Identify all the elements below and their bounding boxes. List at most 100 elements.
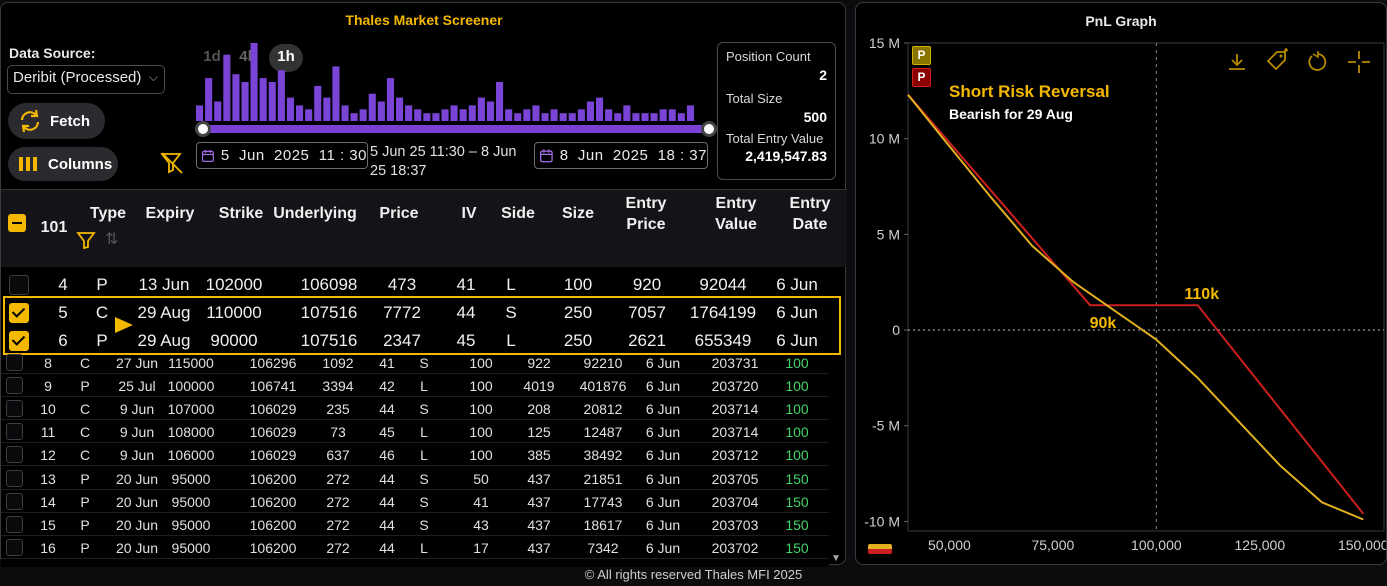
row-checkbox[interactable] [9,275,29,295]
cell-entry-price: 208 [527,401,551,418]
row-count: 101 [40,219,68,236]
table-row[interactable]: 13 P 20 Jun 95000 106200 272 44 S 50 437 21851 6 Ju… [1,467,829,490]
total-entry-value: 2,419,547.83 [745,148,827,164]
col-expiry[interactable]: Expiry [141,203,199,224]
histogram-bar [559,113,567,121]
crosshair-icon[interactable] [1346,49,1372,75]
col-side[interactable]: Side [494,203,542,224]
row-checkbox[interactable] [6,538,23,556]
cell-entry-value: 7342 [587,539,619,556]
col-type[interactable]: Type [85,203,131,224]
cell-size: 100 [469,424,493,441]
cell-ref: 203705 [711,470,759,487]
col-entry-value-line1: Entry [715,195,757,212]
scroll-down-icon[interactable]: ▼ [831,553,841,564]
histogram-bar [577,109,585,121]
range-slider-end-handle[interactable] [701,121,717,137]
cell-side: S [419,401,429,418]
tag-icon[interactable] [1264,48,1290,74]
calendar-icon [201,149,214,162]
sort-icon[interactable]: ⇅ [105,229,118,249]
filter-icon[interactable] [76,230,98,250]
table-row[interactable]: 4 P 13 Jun 102000 106098 473 41 L 100 920 92044 6 J… [1,271,829,299]
histogram-bar [632,113,640,121]
cell-entry-price: 437 [527,470,551,487]
cell-id: 4 [58,275,68,294]
columns-button[interactable]: Columns [8,147,118,181]
cell-id: 12 [40,447,56,464]
table-header: 101 Type ⇅ Expiry Strike Underlying Pric… [1,189,847,267]
cell-entry-price: 125 [527,424,551,441]
table-row[interactable]: 11 C 9 Jun 108000 106029 73 45 L 100 125 12487 6 Ju… [1,420,829,444]
range-slider-start-handle[interactable] [195,121,211,137]
histogram-bar [550,109,558,121]
table-row[interactable]: 16 P 20 Jun 95000 106200 272 44 L 17 437 7342 6 Jun… [1,536,829,559]
cell-strike: 102000 [205,275,263,294]
cell-expiry: 25 Jul [118,378,156,395]
legend-badge-gold[interactable]: P [912,46,931,65]
table-row[interactable]: 12 C 9 Jun 106000 106029 637 46 L 100 385 38492 6 J… [1,443,829,467]
table-row[interactable]: 10 C 9 Jun 107000 106029 235 44 S 100 208 20812 6 J… [1,397,829,421]
col-entry-date[interactable]: Entry Date [781,193,839,235]
table-row[interactable]: 14 P 20 Jun 95000 106200 272 44 S 41 437 17743 6 Ju… [1,490,829,513]
cell-size: 43 [473,516,489,533]
cell-side: S [419,516,429,533]
histogram-bar [468,105,476,121]
histogram-bar [268,82,276,121]
histogram-bar [496,82,504,121]
data-source-select[interactable]: Deribit (Processed) ⌵ [7,65,165,94]
cell-expiry: 27 Jun [115,355,159,371]
col-size[interactable]: Size [554,203,602,224]
filter-clear-icon[interactable] [159,150,185,176]
histogram-bar [350,113,358,121]
cell-ref: 203704 [711,493,759,510]
col-strike[interactable]: Strike [214,203,268,224]
row-checkbox[interactable] [6,377,23,395]
histogram-bar [396,97,404,121]
range-slider-track[interactable] [204,125,707,133]
histogram-bar [586,101,594,121]
row-checkbox[interactable] [6,515,23,533]
table-row[interactable]: 8 C 27 Jun 115000 106296 1092 41 S 100 922 92210 6 … [1,351,829,375]
table-row[interactable]: 9 P 25 Jul 100000 106741 3394 42 L 100 4019 401876… [1,374,829,398]
cell-expiry: 9 Jun [119,424,155,441]
cell-side: L [420,378,428,395]
series-legend-icon[interactable] [868,544,892,554]
histogram-bar [296,105,304,121]
cell-price: 272 [326,470,350,487]
play-arrow-icon [115,317,133,333]
cell-ref: 203712 [711,447,759,464]
histogram-bar [686,105,694,121]
cell-type: C [79,355,91,371]
histogram-bar [532,105,540,121]
row-checkbox[interactable] [6,423,23,441]
histogram-bar [486,101,494,121]
start-date-picker[interactable]: 5 Jun 2025 11 : 30 [196,142,368,169]
col-price[interactable]: Price [373,203,425,224]
end-date-picker[interactable]: 8 Jun 2025 18 : 37 [534,142,708,169]
cell-side: S [419,470,429,487]
row-checkbox[interactable] [6,354,23,371]
row-checkbox[interactable] [6,446,23,464]
fetch-button[interactable]: Fetch [8,103,105,139]
screener-title: Thales Market Screener [345,12,503,28]
reset-icon[interactable] [1306,50,1330,74]
row-checkbox[interactable] [6,492,23,510]
cell-size: 100 [469,355,493,371]
col-underlying[interactable]: Underlying [269,203,361,224]
pnl-chart[interactable]: 15 M 10 M 5 M 0 -5 M -10 M 50,000 75,000 100,000… [856,3,1386,564]
row-checkbox[interactable] [6,469,23,487]
col-entry-value[interactable]: Entry Value [705,193,767,235]
row-checkbox[interactable] [6,400,23,418]
cell-underlying: 106029 [249,424,297,441]
download-icon[interactable] [1226,51,1248,73]
legend-badge-red[interactable]: P [912,68,931,87]
col-entry-price[interactable]: Entry Price [616,193,676,235]
columns-label: Columns [48,155,113,173]
cell-id: 10 [40,401,56,418]
y-tick-label: 5 M [877,226,900,242]
cell-underlying: 106741 [249,378,297,395]
select-all-checkbox[interactable] [8,214,26,232]
col-iv[interactable]: IV [451,203,487,224]
table-row[interactable]: 15 P 20 Jun 95000 106200 272 44 S 43 437 18617 6 Ju… [1,513,829,536]
